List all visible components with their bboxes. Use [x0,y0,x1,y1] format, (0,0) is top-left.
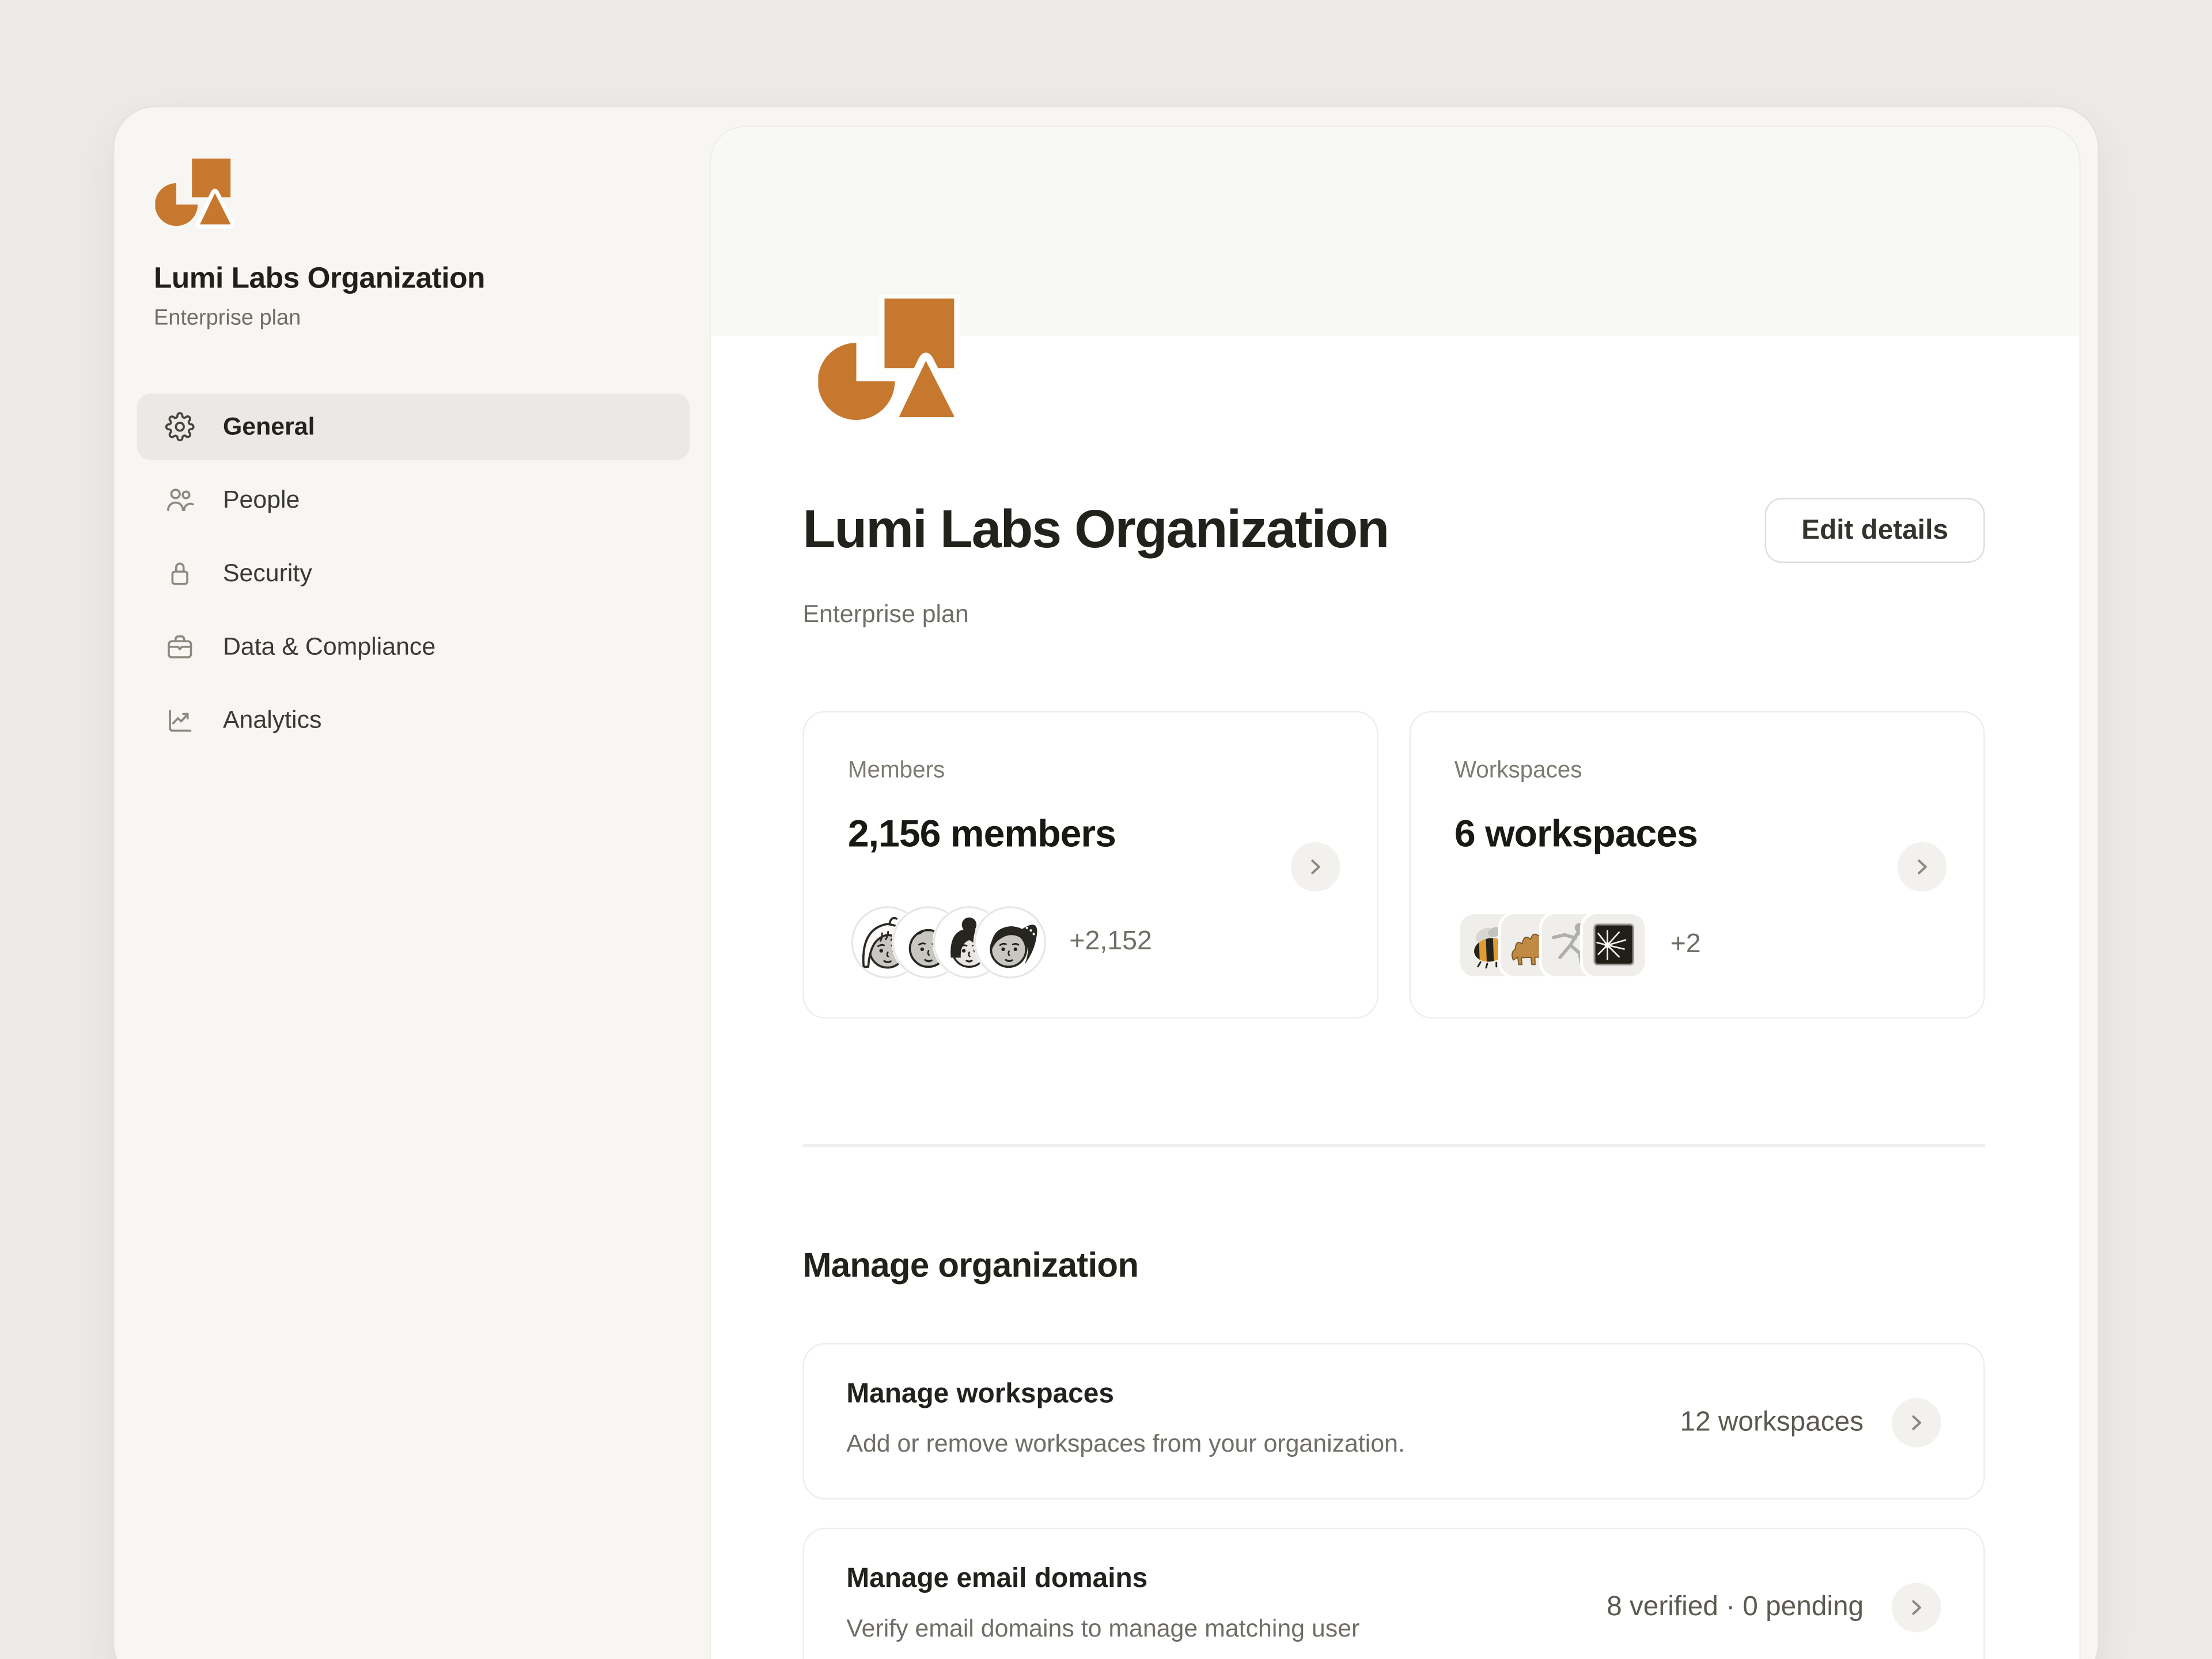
sidebar-item-security[interactable]: Security [137,540,690,607]
manage-email-domains-chevron-button[interactable] [1892,1583,1941,1633]
sidebar-item-label: Analytics [223,705,322,734]
row-right: 12 workspaces [1680,1344,1941,1501]
sidebar-item-people[interactable]: People [137,467,690,533]
sidebar-item-label: Security [223,559,312,588]
sidebar-item-label: People [223,485,300,514]
members-card[interactable]: Members 2,156 members [802,711,1378,1018]
woman-ponytail-avatar [974,906,1047,979]
trend-chart-icon [165,705,195,734]
manage-workspaces-row[interactable]: Manage workspaces Add or remove workspac… [802,1343,1984,1499]
gear-icon [165,412,195,441]
sidebar-item-label: General [223,412,315,441]
page-title: Lumi Labs Organization [802,500,1388,560]
screen: Lumi Labs Organization Enterprise plan G… [0,0,2212,1659]
workspaces-avatar-row: +2 [1457,911,1701,979]
main-panel: Lumi Labs Organization Edit details Ente… [710,126,2081,1659]
plan-subtitle: Enterprise plan [802,600,1984,629]
row-meta: 8 verified · 0 pending [1607,1591,1863,1623]
sidebar-org-name: Lumi Labs Organization [154,263,710,297]
briefcase-icon [165,632,195,661]
fireworks-emoji [1580,911,1648,979]
row-meta: 12 workspaces [1680,1407,1864,1439]
sidebar-nav: General People Securit [137,393,690,753]
chevron-right-icon [1906,1412,1927,1433]
workspaces-more-count: +2 [1671,930,1701,961]
members-more-count: +2,152 [1069,927,1152,958]
chevron-right-icon [1305,857,1326,878]
members-chevron-button[interactable] [1291,842,1340,892]
org-logo-small [155,157,241,229]
app-window: Lumi Labs Organization Enterprise plan G… [113,106,2099,1659]
members-card-label: Members [848,757,1335,785]
members-avatar-row: +2,152 [851,906,1152,979]
sidebar-item-label: Data & Compliance [223,632,435,661]
lock-icon [165,559,195,588]
stats-row: Members 2,156 members [802,711,1984,1018]
sidebar: Lumi Labs Organization Enterprise plan G… [114,107,709,1659]
title-row: Lumi Labs Organization Edit details [802,498,1984,563]
edit-details-button[interactable]: Edit details [1765,498,1985,563]
sidebar-org-plan: Enterprise plan [154,306,710,331]
manage-workspaces-chevron-button[interactable] [1892,1398,1941,1448]
workspaces-card-label: Workspaces [1455,757,1941,785]
row-right: 8 verified · 0 pending [1607,1529,1941,1659]
users-icon [165,485,195,514]
workspaces-card-value: 6 workspaces [1455,813,1941,857]
sidebar-item-data-compliance[interactable]: Data & Compliance [137,613,690,680]
members-card-value: 2,156 members [848,813,1335,857]
org-logo-large [818,295,973,425]
manage-organization-heading: Manage organization [802,1247,1984,1287]
workspaces-chevron-button[interactable] [1897,842,1947,892]
manage-email-domains-row[interactable]: Manage email domains Verify email domain… [802,1528,1984,1659]
workspaces-card[interactable]: Workspaces 6 workspaces [1410,711,1985,1018]
sidebar-item-analytics[interactable]: Analytics [137,687,690,753]
chevron-right-icon [1906,1597,1927,1618]
sidebar-item-general[interactable]: General [137,393,690,460]
main-content: Lumi Labs Organization Edit details Ente… [711,498,2080,1659]
section-divider [802,1144,1984,1147]
chevron-right-icon [1911,857,1933,878]
